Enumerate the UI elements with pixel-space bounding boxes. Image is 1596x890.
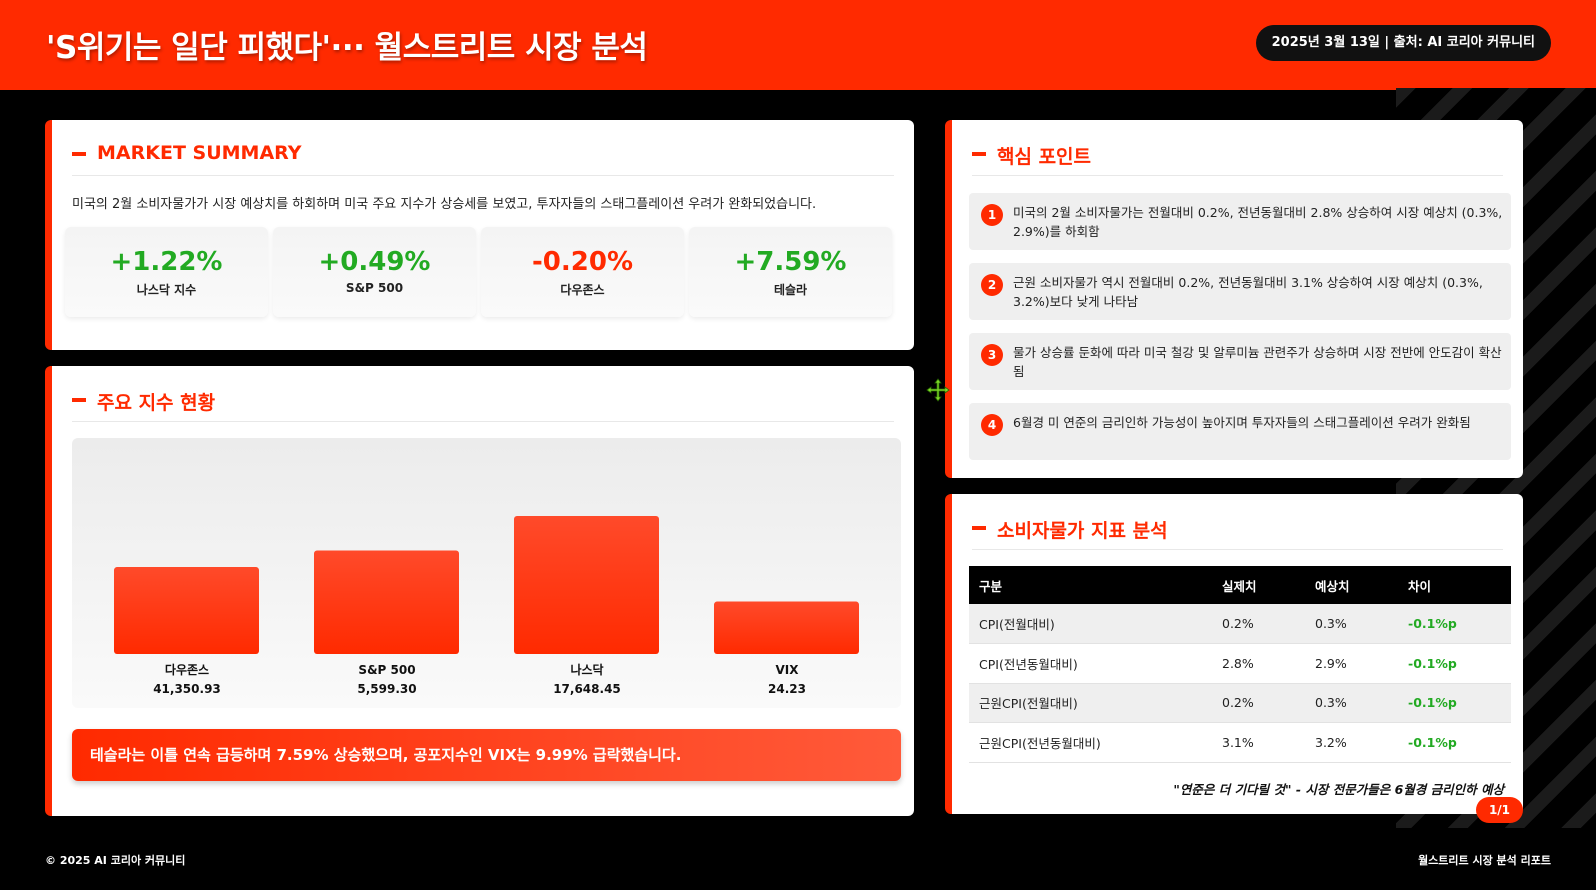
stat-label: 나스닥 지수 [136, 283, 197, 297]
stat-card-tesla: +7.59% 테슬라 [689, 227, 892, 317]
key-point-text: 6월경 미 연준의 금리인하 가능성이 높아지며 투자자들의 스태그플레이션 우… [1013, 415, 1471, 430]
stat-label: 다우존스 [560, 283, 605, 297]
table-header-row: 구분 실제치 예상치 차이 [969, 566, 1511, 604]
bar-2 [514, 516, 659, 654]
key-point-item: 4 6월경 미 연준의 금리인하 가능성이 높아지며 투자자들의 스태그플레이션… [969, 403, 1511, 460]
key-point-text: 근원 소비자물가 역시 전월대비 0.2%, 전년동월대비 3.1% 상승하여 … [1013, 275, 1483, 309]
card-header: 핵심 포인트 [972, 142, 1503, 176]
bar-category-label: 나스닥 [570, 663, 604, 677]
section-heading: MARKET SUMMARY [97, 142, 302, 164]
table-cell: -0.1%p [1398, 643, 1511, 684]
card-header: MARKET SUMMARY [72, 142, 894, 176]
stat-value: -0.20% [532, 247, 633, 277]
market-summary-card: MARKET SUMMARY 미국의 2월 소비자물가가 시장 예상치를 하회하… [45, 120, 914, 350]
table-cell: 0.3% [1305, 604, 1398, 644]
table-cell: CPI(전년동월대비) [969, 643, 1212, 684]
indices-card: 주요 지수 현황 다우존스 41,350.93 S&P 500 5,599.30 나스닥… [45, 366, 914, 816]
bar-value-label: 5,599.30 [357, 682, 417, 696]
table-row: 근원CPI(전월대비) 0.2% 0.3% -0.1%p [969, 683, 1511, 723]
footer-copyright: © 2025 AI 코리아 커뮤니티 [45, 854, 186, 867]
table-cell: 3.2% [1305, 722, 1398, 763]
cpi-table: 구분 실제치 예상치 차이 CPI(전월대비) 0.2% 0.3% -0.1%p… [969, 566, 1511, 763]
bar-category-label: 다우존스 [164, 663, 210, 677]
bar-3 [714, 601, 859, 654]
stat-card-sp500: +0.49% S&P 500 [273, 227, 476, 317]
key-point-text: 미국의 2월 소비자물가는 전월대비 0.2%, 전년동월대비 2.8% 상승하… [1013, 205, 1503, 239]
key-point-item: 2 근원 소비자물가 역시 전월대비 0.2%, 전년동월대비 3.1% 상승하… [969, 263, 1511, 320]
table-row: CPI(전년동월대비) 2.8% 2.9% -0.1%p [969, 643, 1511, 684]
table-cell: 2.8% [1212, 643, 1305, 684]
stat-card-dow: -0.20% 다우존스 [481, 227, 684, 317]
bar-value-label: 24.23 [768, 682, 806, 696]
stat-value: +0.49% [318, 247, 431, 277]
summary-text: 미국의 2월 소비자물가가 시장 예상치를 하회하며 미국 주요 지수가 상승세… [72, 197, 817, 212]
column-header: 차이 [1398, 566, 1511, 604]
key-points-card: 핵심 포인트 1 미국의 2월 소비자물가는 전월대비 0.2%, 전년동월대비… [945, 120, 1523, 478]
bar-label: 나스닥 17,648.45 [512, 661, 662, 699]
header-bar: 'S위기는 일단 피했다'··· 월스트리트 시장 분석 2025년 3월 13… [0, 0, 1596, 90]
stat-card-nasdaq: +1.22% 나스닥 지수 [65, 227, 268, 317]
number-badge: 3 [981, 344, 1003, 366]
bar-0 [114, 567, 259, 654]
number-badge: 1 [981, 204, 1003, 226]
move-cursor-icon [926, 378, 950, 402]
stat-label: 테슬라 [773, 283, 808, 297]
table-cell: -0.1%p [1398, 604, 1511, 644]
page-indicator: 1/1 [1476, 797, 1523, 823]
bar-category-label: VIX [775, 663, 799, 677]
table-cell: 0.2% [1212, 683, 1305, 723]
number-badge: 2 [981, 274, 1003, 296]
column-header: 예상치 [1305, 566, 1398, 604]
bar-label: 다우존스 41,350.93 [112, 661, 262, 699]
heading-dash-icon [972, 152, 986, 156]
stat-value: +1.22% [110, 247, 223, 277]
date-source-badge: 2025년 3월 13일 | 출처: AI 코리아 커뮤니티 [1255, 25, 1551, 61]
bar-chart: 다우존스 41,350.93 S&P 500 5,599.30 나스닥 17,648.45… [72, 438, 901, 708]
column-header: 구분 [969, 566, 1212, 604]
column-header: 실제치 [1212, 566, 1305, 604]
table-cell: 0.2% [1212, 604, 1305, 644]
table-cell: 근원CPI(전년동월대비) [969, 722, 1212, 763]
table-cell: 0.3% [1305, 683, 1398, 723]
bar-category-label: S&P 500 [358, 663, 416, 677]
section-heading: 주요 지수 현황 [97, 392, 216, 414]
table-cell: -0.1%p [1398, 722, 1511, 763]
key-point-text: 물가 상승률 둔화에 따라 미국 철강 및 알루미늄 관련주가 상승하며 시장 … [1013, 345, 1502, 379]
bar-label: VIX 24.23 [712, 661, 862, 699]
stat-label: S&P 500 [345, 281, 404, 295]
stat-value: +7.59% [734, 247, 847, 277]
cpi-analysis-card: 소비자물가 지표 분석 구분 실제치 예상치 차이 CPI(전월대비) 0.2%… [945, 494, 1523, 814]
table-cell: 근원CPI(전월대비) [969, 683, 1212, 723]
bar-label: S&P 500 5,599.30 [312, 661, 462, 699]
bar-1 [314, 550, 459, 654]
card-header: 소비자물가 지표 분석 [972, 516, 1503, 550]
table-cell: 3.1% [1212, 722, 1305, 763]
key-point-item: 1 미국의 2월 소비자물가는 전월대비 0.2%, 전년동월대비 2.8% 상… [969, 193, 1511, 250]
table-cell: 2.9% [1305, 643, 1398, 684]
footer-report-title: 월스트리트 시장 분석 리포트 [1418, 854, 1551, 867]
heading-dash-icon [972, 526, 986, 530]
heading-dash-icon [72, 152, 86, 156]
section-heading: 핵심 포인트 [997, 146, 1092, 168]
section-heading: 소비자물가 지표 분석 [997, 520, 1168, 542]
page-title: 'S위기는 일단 피했다'··· 월스트리트 시장 분석 [46, 30, 648, 66]
expert-quote: "연준은 더 기다릴 것" - 시장 전문가들은 6월경 금리인하 예상 [1173, 782, 1504, 797]
number-badge: 4 [981, 414, 1003, 436]
table-row: CPI(전월대비) 0.2% 0.3% -0.1%p [969, 604, 1511, 644]
card-header: 주요 지수 현황 [72, 388, 894, 422]
bar-value-label: 17,648.45 [553, 682, 621, 696]
bar-value-label: 41,350.93 [153, 682, 221, 696]
heading-dash-icon [72, 398, 86, 402]
table-cell: -0.1%p [1398, 683, 1511, 723]
key-point-item: 3 물가 상승률 둔화에 따라 미국 철강 및 알루미늄 관련주가 상승하며 시… [969, 333, 1511, 390]
table-row: 근원CPI(전년동월대비) 3.1% 3.2% -0.1%p [969, 722, 1511, 763]
table-cell: CPI(전월대비) [969, 604, 1212, 644]
highlight-banner: 테슬라는 이틀 연속 급등하며 7.59% 상승했으며, 공포지수인 VIX는 … [72, 729, 901, 781]
